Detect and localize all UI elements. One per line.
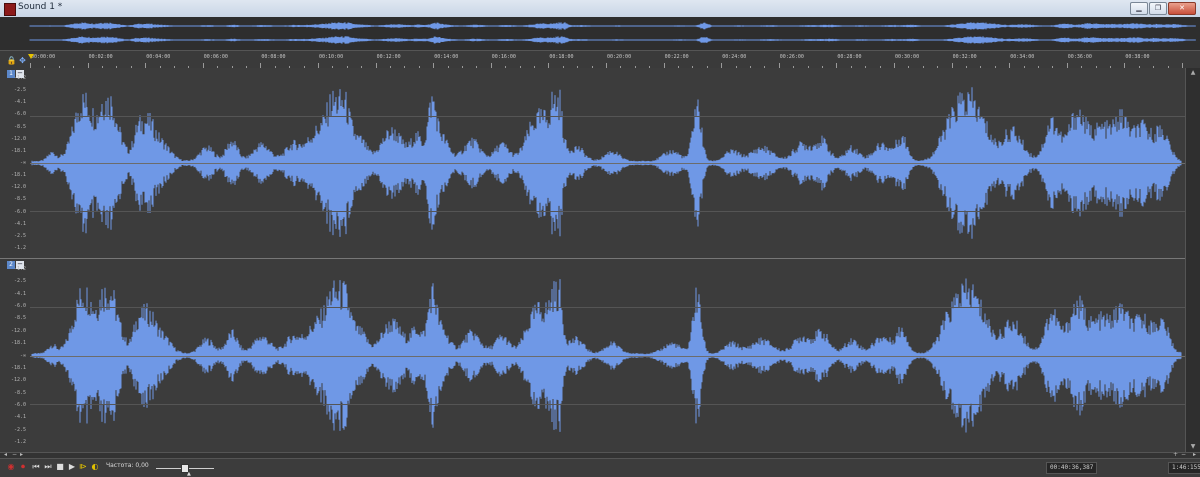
db-scale-label: -∞ xyxy=(19,352,26,359)
ruler-time-label: 00:20:00 xyxy=(607,54,632,60)
loop-record-icon[interactable]: ◉ xyxy=(6,462,16,472)
db-scale-label: -4.1 xyxy=(13,414,26,421)
db-scale-label: -18.1 xyxy=(10,147,26,154)
db-scale-label: -2.5 xyxy=(13,278,26,285)
overview-waveform-path xyxy=(29,22,1196,30)
db-scale-label: -12.0 xyxy=(10,377,26,384)
ruler-time-label: 00:10:00 xyxy=(319,54,344,60)
zoom-in-icon[interactable]: + xyxy=(1173,451,1178,458)
window-controls: ▁ ❐ ✕ xyxy=(1129,2,1196,15)
db-scale-label: -18.1 xyxy=(10,340,26,347)
ruler-time-label: 00:04:00 xyxy=(146,54,171,60)
ruler-time-label: 00:12:00 xyxy=(376,54,401,60)
ruler-time-label: 00:14:00 xyxy=(434,54,459,60)
ruler-time-label: 00:34:00 xyxy=(1010,54,1035,60)
ruler-time-label: 00:22:00 xyxy=(664,54,689,60)
lock-icon[interactable]: 🔒 xyxy=(6,55,17,66)
db-scale-label: -12.0 xyxy=(10,327,26,334)
ruler-time-label: 00:16:00 xyxy=(491,54,516,60)
window-title: Sound 1 * xyxy=(18,2,63,12)
db-scale-label: -6.0 xyxy=(13,208,26,215)
db-scale-label: -8.5 xyxy=(13,123,26,130)
grid-line xyxy=(30,307,1186,308)
db-scale-label: -4.1 xyxy=(13,220,26,227)
zoom-out-icon[interactable]: − xyxy=(12,451,17,458)
db-scale: -1.2 -2.5 -4.1 -6.0 -8.5 -12.0 -18.1 -∞ -18.1 -12… xyxy=(0,259,28,452)
grid-line xyxy=(30,404,1186,405)
ruler-time-label: 00:32:00 xyxy=(952,54,977,60)
ruler-time-label: 00:18:00 xyxy=(549,54,574,60)
db-scale-label: -6.0 xyxy=(13,303,26,310)
scroll-left-arrow[interactable]: ◂ xyxy=(4,451,7,458)
snap-icon[interactable]: ✥ xyxy=(17,55,28,66)
play-button[interactable]: ▶ xyxy=(67,462,77,472)
db-scale-label: -12.0 xyxy=(10,135,26,142)
loop-playback-icon[interactable]: ◐ xyxy=(90,462,100,472)
db-scale-label: -4.1 xyxy=(13,99,26,106)
ruler-time-label: 00:38:00 xyxy=(1125,54,1150,60)
db-scale: -1.2 -2.5 -4.1 -6.0 -8.5 -12.0 -18.1 -∞ -18.1 -12… xyxy=(0,68,28,258)
db-scale-label: -1.2 xyxy=(13,245,26,251)
ruler-time-label: 00:36:00 xyxy=(1067,54,1092,60)
center-line xyxy=(30,163,1186,164)
db-scale-label: -18.1 xyxy=(10,172,26,179)
scroll-end-arrow[interactable]: ▸ xyxy=(1193,451,1196,458)
overview-waveform[interactable] xyxy=(0,17,1200,51)
db-scale-label: -18.1 xyxy=(10,364,26,371)
overview-svg xyxy=(29,22,1196,44)
db-scale-label: -1.2 xyxy=(13,439,26,445)
db-scale-label: -∞ xyxy=(19,160,26,166)
ruler-time-label: 00:06:00 xyxy=(203,54,228,60)
close-button[interactable]: ✕ xyxy=(1168,2,1196,15)
selection-length-display: 1:46:155 xyxy=(1168,462,1200,474)
db-scale-label: -2.5 xyxy=(13,426,26,433)
db-scale-label: -4.1 xyxy=(13,290,26,297)
center-line xyxy=(30,356,1186,357)
cursor-position-display: 00:40:36,387 xyxy=(1046,462,1098,474)
track-1[interactable]: 1 − -1.2 -2.5 -4.1 -6.0 -8.5 -12.0 -18.1 -∞ -18.… xyxy=(0,68,1200,258)
db-scale-label: -8.5 xyxy=(13,315,26,322)
db-scale-label: -12.0 xyxy=(10,184,26,191)
db-scale-label: -1.2 xyxy=(13,266,26,272)
stop-button[interactable]: ■ xyxy=(55,462,65,472)
db-scale-label: -6.0 xyxy=(13,111,26,118)
db-scale-label: -2.5 xyxy=(13,87,26,94)
slider-indicator-icon: ▲ xyxy=(187,471,191,477)
go-to-start-button[interactable]: ⏮ xyxy=(31,462,41,472)
db-scale-label: -6.0 xyxy=(13,401,26,408)
track-2[interactable]: 2 − -1.2 -2.5 -4.1 -6.0 -8.5 -12.0 -18.1 -∞ -18.… xyxy=(0,259,1200,452)
app-icon xyxy=(4,3,16,16)
db-scale-label: -2.5 xyxy=(13,232,26,239)
sound-editor-window: Sound 1 * ▁ ❐ ✕ 🔒 ✥ 00:00:00 00:02:00 00:0… xyxy=(0,0,1200,477)
ruler-time-label: 00:24:00 xyxy=(722,54,747,60)
ruler-time-label: 00:26:00 xyxy=(779,54,804,60)
transport-bar: ◉ ⏺ ⏮ ⏭ ■ ▶ ⧐ ◐ Частота: 0,00 ▲ 00:40:36… xyxy=(0,458,1200,477)
scroll-right-arrow[interactable]: ▸ xyxy=(20,451,23,458)
ruler-time-label: 00:00:00 xyxy=(31,54,56,60)
title-bar: Sound 1 * ▁ ❐ ✕ xyxy=(0,0,1200,18)
vertical-scrollbar[interactable]: ▲ ▼ xyxy=(1185,68,1200,452)
overview-waveform-path xyxy=(29,36,1196,44)
ruler-time-label: 00:28:00 xyxy=(837,54,862,60)
zoom-out-right-icon[interactable]: − xyxy=(1181,451,1186,458)
time-ruler[interactable]: 🔒 ✥ 00:00:00 00:02:00 00:04:00 00:06:00 00:0… xyxy=(0,54,1200,69)
playhead-marker[interactable] xyxy=(28,54,34,59)
ruler-time-label: 00:08:00 xyxy=(261,54,286,60)
playback-rate-label: Частота: 0,00 xyxy=(106,462,149,469)
scroll-up-arrow[interactable]: ▲ xyxy=(1186,68,1200,78)
db-scale-label: -8.5 xyxy=(13,196,26,203)
db-scale-label: -8.5 xyxy=(13,389,26,396)
db-scale-label: -1.2 xyxy=(13,75,26,81)
ruler-time-label: 00:30:00 xyxy=(895,54,920,60)
ruler-time-label: 00:02:00 xyxy=(88,54,113,60)
grid-line xyxy=(30,211,1186,212)
restore-button[interactable]: ❐ xyxy=(1149,2,1167,15)
play-selection-button[interactable]: ⧐ xyxy=(78,462,88,472)
minimize-button[interactable]: ▁ xyxy=(1130,2,1148,15)
grid-line xyxy=(30,116,1186,117)
go-to-end-button[interactable]: ⏭ xyxy=(43,462,53,472)
record-button[interactable]: ⏺ xyxy=(18,462,28,472)
